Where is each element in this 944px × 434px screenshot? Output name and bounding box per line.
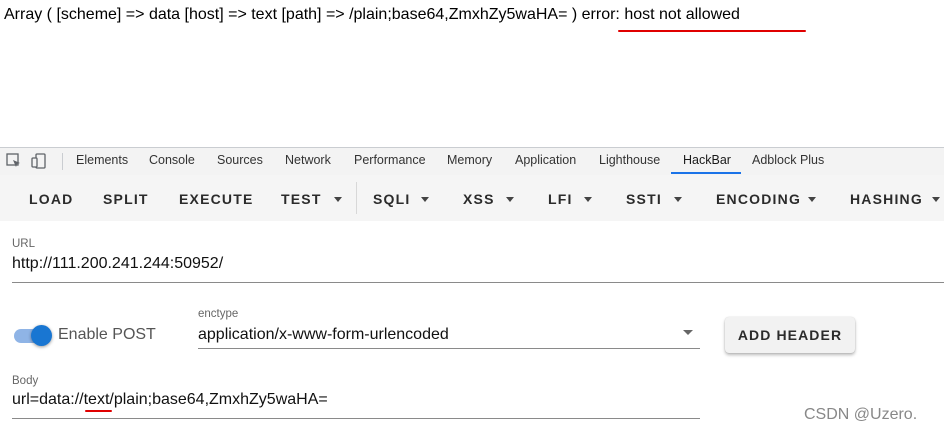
tab-network[interactable]: Network	[285, 153, 331, 167]
sqli-chevron-down-icon	[421, 197, 429, 202]
url-label: URL	[12, 238, 36, 250]
enable-post-toggle[interactable]	[31, 325, 52, 346]
encoding-menu-button[interactable]: ENCODING	[716, 191, 801, 207]
enable-post-label: Enable POST	[58, 326, 156, 343]
body-label: Body	[12, 375, 39, 387]
device-toolbar-icon[interactable]	[31, 153, 47, 169]
split-button[interactable]: SPLIT	[103, 191, 149, 207]
tab-elements[interactable]: Elements	[76, 153, 128, 167]
hashing-chevron-down-icon	[932, 197, 940, 202]
xss-chevron-down-icon	[506, 197, 514, 202]
devtools-separator	[62, 153, 63, 170]
tab-lighthouse[interactable]: Lighthouse	[599, 153, 660, 167]
error-annotation-underline	[618, 30, 806, 32]
sqli-menu-button[interactable]: SQLI	[373, 191, 410, 207]
array-dump-text: Array ( [scheme] => data [host] => text …	[4, 6, 578, 23]
ssti-chevron-down-icon	[674, 197, 682, 202]
hackbar-toolbar: LOAD SPLIT EXECUTE TEST SQLI XSS LFI SST…	[0, 175, 944, 221]
tab-hackbar[interactable]: HackBar	[683, 153, 731, 167]
tab-sources[interactable]: Sources	[217, 153, 263, 167]
test-chevron-down-icon	[334, 197, 342, 202]
enctype-dropdown-arrow-icon[interactable]	[683, 330, 693, 335]
lfi-chevron-down-icon	[584, 197, 592, 202]
enctype-select-underline	[198, 348, 700, 349]
xss-menu-button[interactable]: XSS	[463, 191, 495, 207]
execute-button[interactable]: EXECUTE	[179, 191, 254, 207]
url-input-underline	[12, 282, 944, 283]
ssti-menu-button[interactable]: SSTI	[626, 191, 662, 207]
tab-performance[interactable]: Performance	[354, 153, 426, 167]
body-input-underline	[12, 418, 700, 419]
inspect-element-icon[interactable]	[6, 153, 22, 169]
toolbar-divider	[356, 182, 357, 214]
enctype-label: enctype	[198, 308, 239, 320]
hashing-menu-button[interactable]: HASHING	[850, 191, 923, 207]
csdn-watermark: CSDN @Uzero.	[804, 406, 918, 423]
body-input[interactable]: url=data://text/plain;base64,ZmxhZy5waHA…	[12, 391, 328, 409]
encoding-chevron-down-icon	[808, 197, 816, 202]
add-header-button[interactable]: ADD HEADER	[725, 317, 855, 353]
tab-console[interactable]: Console	[149, 153, 195, 167]
load-button[interactable]: LOAD	[29, 191, 73, 207]
enctype-select[interactable]: application/x-www-form-urlencoded	[198, 326, 449, 344]
tab-memory[interactable]: Memory	[447, 153, 492, 167]
error-message: error: host not allowed	[581, 6, 740, 23]
devtools-tab-bar: Elements Console Sources Network Perform…	[0, 147, 944, 176]
url-input[interactable]: http://111.200.241.244:50952/	[12, 255, 223, 273]
body-annotation-underline	[85, 410, 112, 412]
active-tab-indicator	[671, 172, 741, 174]
tab-adblock-plus[interactable]: Adblock Plus	[752, 153, 824, 167]
page-output: Array ( [scheme] => data [host] => text …	[4, 5, 740, 25]
test-menu-button[interactable]: TEST	[281, 191, 322, 207]
lfi-menu-button[interactable]: LFI	[548, 191, 573, 207]
tab-application[interactable]: Application	[515, 153, 576, 167]
